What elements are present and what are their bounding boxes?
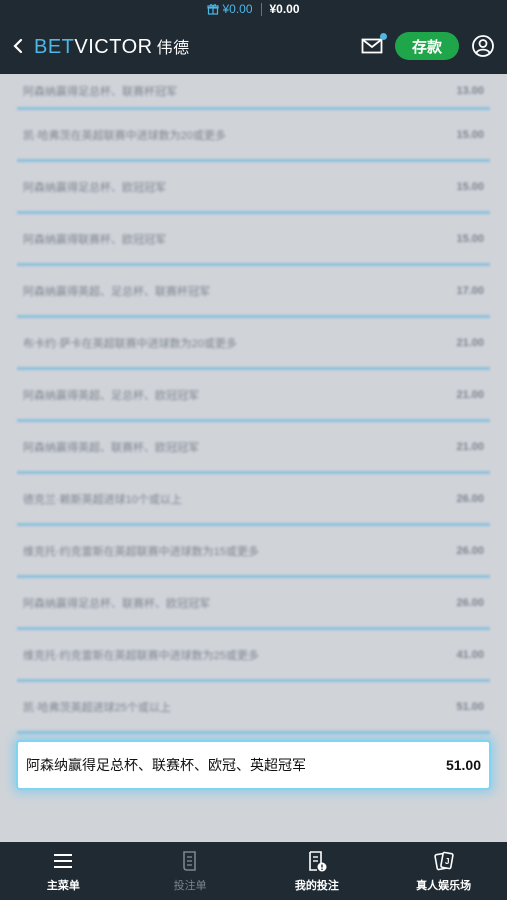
bet-odds: 51.00: [456, 700, 484, 713]
bet-odds: 21.00: [456, 440, 484, 453]
bet-name: 阿森纳赢得英超、足总杯、欧冠冠军: [23, 389, 199, 402]
bet-row[interactable]: 维克托·约克雷斯在英超联赛中进球数为25或更多 41.00: [17, 630, 490, 682]
bet-odds: 41.00: [456, 648, 484, 661]
chevron-left-icon: [13, 38, 23, 54]
market-list: 阿森纳赢得足总杯、联赛杯冠军 13.00 凯·哈弗茨在英超联赛中进球数为20或更多 1…: [0, 74, 507, 842]
bet-name: 阿森纳赢得英超、足总杯、联赛杯冠军: [23, 285, 210, 298]
header-actions: 存款: [361, 32, 495, 60]
bet-row[interactable]: 阿森纳赢得足总杯、联赛杯冠军 13.00: [17, 74, 490, 110]
bet-row[interactable]: 德克兰·赖斯英超进球10个或以上 26.00: [17, 474, 490, 526]
notification-dot: [380, 33, 387, 40]
nav-betslip[interactable]: 投注单: [127, 842, 254, 900]
bet-name: 阿森纳赢得足总杯、联赛杯、欧冠冠军: [23, 597, 210, 610]
bet-name: 阿森纳赢得足总杯、欧冠冠军: [23, 181, 166, 194]
bet-name: 凯·哈弗茨在英超联赛中进球数为20或更多: [23, 129, 226, 142]
bonus-balance[interactable]: ¥0.00: [207, 2, 253, 16]
selected-bet[interactable]: 阿森纳赢得足总杯、联赛杯、欧冠、英超冠军 51.00: [16, 740, 491, 790]
bet-row[interactable]: 维克托·约克雷斯在英超联赛中进球数为15或更多 26.00: [17, 526, 490, 578]
cards-icon: J: [433, 851, 454, 870]
bonus-amount: ¥0.00: [222, 2, 253, 16]
account-button[interactable]: [471, 34, 495, 58]
betvictor-logo[interactable]: BET VICTOR 伟德: [34, 34, 190, 59]
back-button[interactable]: [12, 36, 30, 56]
bet-row[interactable]: 阿森纳赢得联赛杯、欧冠冠军 15.00: [17, 214, 490, 266]
logo-victor: VICTOR: [74, 35, 153, 58]
my-bets-icon: [309, 850, 327, 871]
messages-button[interactable]: [361, 33, 387, 55]
selected-bet-name: 阿森纳赢得足总杯、联赛杯、欧冠、英超冠军: [26, 757, 306, 773]
bet-row[interactable]: 布卡约·萨卡在英超联赛中进球数为20或更多 21.00: [17, 318, 490, 370]
nav-label: 真人娱乐场: [416, 879, 472, 892]
bet-row[interactable]: 阿森纳赢得英超、联赛杯、欧冠冠军 21.00: [17, 422, 490, 474]
app-header: BET VICTOR 伟德 存款: [0, 18, 507, 74]
bet-odds: 15.00: [456, 232, 484, 245]
nav-my-bets[interactable]: 我的投注: [254, 842, 381, 900]
bet-name: 阿森纳赢得联赛杯、欧冠冠军: [23, 233, 166, 246]
bet-odds: 26.00: [456, 596, 484, 609]
divider: [260, 2, 262, 16]
user-icon: [472, 35, 494, 57]
status-bar: ¥0.00 ¥0.00: [0, 0, 507, 18]
bet-row[interactable]: 阿森纳赢得英超、足总杯、欧冠冠军 21.00: [17, 370, 490, 422]
bet-odds: 26.00: [456, 544, 484, 557]
nav-label: 主菜单: [46, 879, 80, 892]
bet-list: 阿森纳赢得足总杯、联赛杯冠军 13.00 凯·哈弗茨在英超联赛中进球数为20或更多 1…: [0, 74, 507, 734]
bottom-nav: 主菜单 投注单 我的投注 J 真人娱乐场: [0, 842, 507, 900]
svg-text:J: J: [445, 857, 449, 866]
bet-name: 德克兰·赖斯英超进球10个或以上: [23, 493, 182, 506]
logo-cn: 伟德: [156, 39, 190, 57]
nav-main-menu[interactable]: 主菜单: [0, 842, 127, 900]
mail-icon: [361, 38, 383, 54]
bet-odds: 15.00: [456, 180, 484, 193]
bet-odds: 21.00: [456, 388, 484, 401]
bet-row[interactable]: 凯·哈弗茨英超进球25个或以上 51.00: [17, 682, 490, 734]
nav-label: 投注单: [173, 879, 207, 892]
bet-odds: 13.00: [456, 84, 484, 97]
bet-odds: 15.00: [456, 128, 484, 141]
bet-name: 布卡约·萨卡在英超联赛中进球数为20或更多: [23, 337, 237, 350]
bet-row[interactable]: 阿森纳赢得足总杯、联赛杯、欧冠冠军 26.00: [17, 578, 490, 630]
bet-name: 阿森纳赢得英超、联赛杯、欧冠冠军: [23, 441, 199, 454]
bet-odds: 21.00: [456, 336, 484, 349]
nav-live-casino[interactable]: J 真人娱乐场: [380, 842, 507, 900]
cash-balance[interactable]: ¥0.00: [270, 2, 300, 16]
gift-icon: [207, 4, 220, 15]
menu-icon: [54, 853, 73, 868]
bet-name: 阿森纳赢得足总杯、联赛杯冠军: [23, 85, 177, 98]
betslip-icon: [183, 850, 196, 871]
bet-row[interactable]: 凯·哈弗茨在英超联赛中进球数为20或更多 15.00: [17, 110, 490, 162]
bet-name: 维克托·约克雷斯在英超联赛中进球数为25或更多: [23, 649, 259, 662]
selected-bet-odds: 51.00: [445, 757, 481, 773]
bet-row[interactable]: 阿森纳赢得英超、足总杯、联赛杯冠军 17.00: [17, 266, 490, 318]
nav-label: 我的投注: [294, 879, 339, 892]
bet-odds: 26.00: [456, 492, 484, 505]
bet-odds: 17.00: [456, 284, 484, 297]
bet-name: 凯·哈弗茨英超进球25个或以上: [23, 701, 171, 714]
deposit-button[interactable]: 存款: [395, 32, 459, 60]
bet-row[interactable]: 阿森纳赢得足总杯、欧冠冠军 15.00: [17, 162, 490, 214]
bet-name: 维克托·约克雷斯在英超联赛中进球数为15或更多: [23, 545, 259, 558]
logo-bet: BET: [34, 35, 75, 58]
